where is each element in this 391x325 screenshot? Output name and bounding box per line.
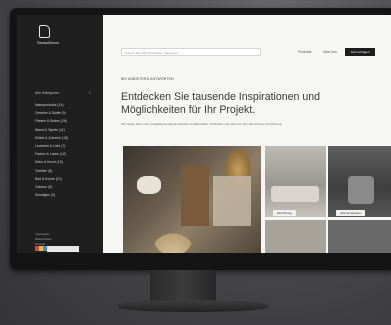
language-select[interactable] xyxy=(47,246,79,252)
screen: SensoDecor Alle Kategorien ‹ Naturproduk… xyxy=(17,15,391,253)
tile-label: Jetzt Entdecken xyxy=(336,210,366,216)
sidebar-item[interactable]: Möbel & Zubehör (18) xyxy=(35,134,97,142)
inspiration-tile[interactable]: Jetzt Entdecken xyxy=(328,146,391,217)
sidebar: SensoDecor Alle Kategorien ‹ Naturproduk… xyxy=(17,15,103,253)
nav-link-about[interactable]: Über uns xyxy=(323,50,337,54)
main-content: Suchen Sie nach Produkten, Kategorien ..… xyxy=(103,15,391,253)
ceramic-cups-image xyxy=(137,176,161,194)
breadcrumb: BEI ANBIETERN ANTWORTEN xyxy=(121,77,174,81)
sofa-image xyxy=(271,186,319,202)
nav-link-products[interactable]: Produkte xyxy=(298,50,312,54)
sidebar-item[interactable]: Farben & Lacke (12) xyxy=(35,150,97,158)
stone-sample-image xyxy=(213,176,251,226)
monitor-base xyxy=(118,300,268,312)
tile-label: Einrichtung xyxy=(273,210,297,216)
sidebar-item[interactable]: Wand & Tapete (11) xyxy=(35,126,97,134)
page-description: Wir zeigen Ihnen eine sorgfältig kuratie… xyxy=(121,122,283,126)
category-list: Naturprodukte (14) Gewebe & Stoffe (9) F… xyxy=(35,101,97,199)
sidebar-item[interactable]: Textilien (8) xyxy=(35,167,97,175)
inspiration-tile[interactable] xyxy=(265,220,326,253)
color-swatches xyxy=(35,246,47,251)
sidebar-footer: Impressum Datenschutz Kontakt xyxy=(35,232,52,247)
sidebar-item[interactable]: Sonstiges (3) xyxy=(35,191,97,199)
chair-image xyxy=(348,176,374,204)
close-icon[interactable]: ‹ xyxy=(89,90,91,96)
sidebar-item[interactable]: Bad & Küche (10) xyxy=(35,175,97,183)
sidebar-item[interactable]: Leuchten & Licht (7) xyxy=(35,142,97,150)
sidebar-item[interactable]: Naturprodukte (14) xyxy=(35,101,97,109)
sidebar-item[interactable]: Gewebe & Stoffe (9) xyxy=(35,109,97,117)
hero-image[interactable] xyxy=(123,146,261,253)
sidebar-item[interactable]: Deko & Kunst (15) xyxy=(35,158,97,166)
cta-button[interactable]: Jetzt anfragen xyxy=(345,48,375,56)
sidebar-heading[interactable]: Alle Kategorien xyxy=(35,91,59,95)
palm-fan-image xyxy=(153,216,193,253)
monitor-frame: SensoDecor Alle Kategorien ‹ Naturproduk… xyxy=(10,8,391,270)
brand-logo[interactable]: SensoDecor xyxy=(37,25,77,45)
inspiration-tile[interactable]: Einrichtung xyxy=(265,146,326,217)
sidebar-item[interactable]: Fliesen & Boden (26) xyxy=(35,117,97,125)
sidebar-item[interactable]: Outdoor (5) xyxy=(35,183,97,191)
inspiration-tile[interactable] xyxy=(328,220,391,253)
page-title: Entdecken Sie tausende Inspirationen und… xyxy=(121,91,321,116)
logo-mark-icon xyxy=(39,25,50,38)
wood-board-image xyxy=(181,166,209,226)
search-input[interactable]: Suchen Sie nach Produkten, Kategorien ..… xyxy=(121,48,261,56)
brand-name: SensoDecor xyxy=(37,40,60,45)
